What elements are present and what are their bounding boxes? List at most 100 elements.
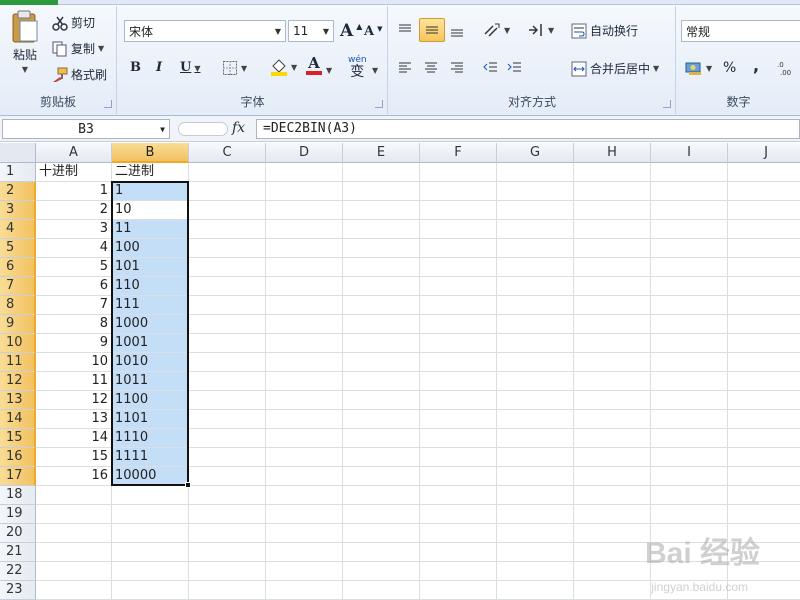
cell-i11[interactable] [651,353,728,372]
cell-a14[interactable]: 13 [36,410,112,429]
grow-font-button[interactable]: A ▲ [340,21,362,41]
row-header-15[interactable]: 15 [0,429,36,448]
cell-e6[interactable] [343,258,420,277]
increase-indent-button[interactable] [507,60,523,76]
cell-c12[interactable] [189,372,266,391]
underline-button[interactable]: U ▼ [180,60,201,75]
select-all-corner[interactable] [0,143,36,163]
cell-b3[interactable]: 10 [112,201,189,220]
cell-e4[interactable] [343,220,420,239]
row-header-14[interactable]: 14 [0,410,36,429]
rtl-button[interactable]: ▼ [527,22,554,38]
border-dropdown-icon[interactable]: ▼ [241,64,247,73]
cell-i9[interactable] [651,315,728,334]
cell-a15[interactable]: 14 [36,429,112,448]
alignment-dialog-launcher[interactable] [663,100,671,108]
cell-i12[interactable] [651,372,728,391]
cell-a17[interactable]: 16 [36,467,112,486]
format-painter-button[interactable]: 格式刷 [52,66,107,83]
cell-f19[interactable] [420,505,497,524]
row-header-7[interactable]: 7 [0,277,36,296]
cell-j3[interactable] [728,201,800,220]
cell-c13[interactable] [189,391,266,410]
cell-i15[interactable] [651,429,728,448]
cell-b10[interactable]: 1001 [112,334,189,353]
cell-b2[interactable]: 1 [112,182,189,201]
column-header-d[interactable]: D [266,143,343,163]
cell-b11[interactable]: 1010 [112,353,189,372]
cell-g16[interactable] [497,448,574,467]
cell-d9[interactable] [266,315,343,334]
cell-c22[interactable] [189,562,266,581]
cell-e16[interactable] [343,448,420,467]
cell-f21[interactable] [420,543,497,562]
cell-c17[interactable] [189,467,266,486]
cell-d8[interactable] [266,296,343,315]
row-header-1[interactable]: 1 [0,163,36,182]
name-box[interactable]: B3 ▼ [2,119,170,139]
row-header-5[interactable]: 5 [0,239,36,258]
cell-d14[interactable] [266,410,343,429]
cell-c1[interactable] [189,163,266,182]
cell-i7[interactable] [651,277,728,296]
column-header-h[interactable]: H [574,143,651,163]
cell-j7[interactable] [728,277,800,296]
cell-h11[interactable] [574,353,651,372]
cell-d11[interactable] [266,353,343,372]
formula-input[interactable]: =DEC2BIN(A3) [256,119,800,139]
font-dialog-launcher[interactable] [375,100,383,108]
row-header-16[interactable]: 16 [0,448,36,467]
align-left-button[interactable] [397,60,413,76]
cell-j12[interactable] [728,372,800,391]
cell-e3[interactable] [343,201,420,220]
cell-j16[interactable] [728,448,800,467]
cell-a21[interactable] [36,543,112,562]
cell-f11[interactable] [420,353,497,372]
cell-g15[interactable] [497,429,574,448]
cell-f6[interactable] [420,258,497,277]
cell-b14[interactable]: 1101 [112,410,189,429]
paste-dropdown-icon[interactable]: ▼ [22,65,28,74]
cell-g6[interactable] [497,258,574,277]
cell-f20[interactable] [420,524,497,543]
cell-h18[interactable] [574,486,651,505]
cell-h10[interactable] [574,334,651,353]
cell-e8[interactable] [343,296,420,315]
cell-f17[interactable] [420,467,497,486]
cell-b13[interactable]: 1100 [112,391,189,410]
cell-e7[interactable] [343,277,420,296]
cell-f13[interactable] [420,391,497,410]
cell-h4[interactable] [574,220,651,239]
cell-g12[interactable] [497,372,574,391]
cell-b23[interactable] [112,581,189,600]
cell-g9[interactable] [497,315,574,334]
column-header-c[interactable]: C [189,143,266,163]
chevron-down-icon[interactable]: ▼ [160,125,165,134]
row-header-22[interactable]: 22 [0,562,36,581]
column-header-i[interactable]: I [651,143,728,163]
cell-g21[interactable] [497,543,574,562]
cell-a6[interactable]: 5 [36,258,112,277]
cell-h19[interactable] [574,505,651,524]
cell-b7[interactable]: 110 [112,277,189,296]
cell-b9[interactable]: 1000 [112,315,189,334]
copy-button[interactable]: 复制 ▼ [52,40,104,57]
cell-i14[interactable] [651,410,728,429]
percent-style-button[interactable]: % [723,60,736,76]
merge-dropdown-icon[interactable]: ▼ [653,64,659,73]
phonetic-dropdown-icon[interactable]: ▼ [372,66,378,75]
cell-e21[interactable] [343,543,420,562]
font-name-select[interactable]: 宋体 ▼ [124,20,286,42]
row-header-17[interactable]: 17 [0,467,36,486]
font-color-dropdown-icon[interactable]: ▼ [326,66,332,75]
cell-h3[interactable] [574,201,651,220]
row-header-8[interactable]: 8 [0,296,36,315]
cell-j15[interactable] [728,429,800,448]
cell-b16[interactable]: 1111 [112,448,189,467]
row-header-6[interactable]: 6 [0,258,36,277]
fill-color-button[interactable]: ▼ [270,58,297,76]
cell-g20[interactable] [497,524,574,543]
cell-f12[interactable] [420,372,497,391]
cell-j8[interactable] [728,296,800,315]
cell-i19[interactable] [651,505,728,524]
